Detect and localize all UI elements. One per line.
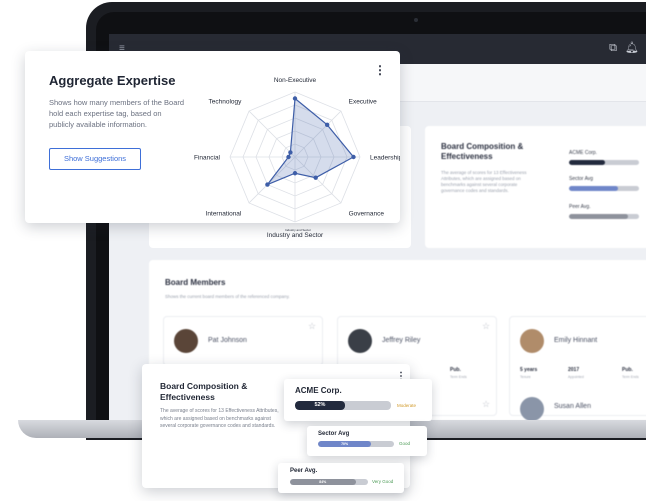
star-icon[interactable]: ☆ bbox=[482, 321, 490, 332]
tenure-label: Tenure bbox=[520, 375, 531, 379]
bg-composition-title: Board Composition & Effectiveness bbox=[441, 142, 524, 161]
member-card[interactable]: Emily Hinnant 5 years Tenure 2017 Appoin… bbox=[509, 316, 646, 420]
radar-axis-label: Governance bbox=[349, 211, 385, 218]
sector-metric-card: Sector Avg 70% Good bbox=[307, 426, 427, 456]
peer-label: Peer Avg. bbox=[290, 468, 318, 474]
radar-axis-label: Industry and Sector bbox=[267, 232, 324, 239]
sector-status: Good bbox=[399, 441, 411, 446]
bg-peer-label: Peer Avg. bbox=[569, 204, 591, 210]
bg-sector-label: Sector Avg bbox=[569, 176, 594, 182]
peer-status: Very Good bbox=[372, 479, 394, 484]
bg-composition-description: The average of scores for 13 Effectivene… bbox=[441, 170, 527, 193]
acme-metric-card: ACME Corp. 52% Moderate bbox=[284, 379, 432, 421]
peer-bar: 84% bbox=[290, 479, 368, 485]
bg-acme-bar bbox=[569, 160, 639, 165]
composition-description: The average of scores for 13 Effectivene… bbox=[160, 408, 279, 429]
radar-axis-label: Technology bbox=[208, 98, 242, 105]
camera-icon bbox=[414, 18, 418, 22]
show-suggestions-button[interactable]: Show Suggestions bbox=[49, 148, 141, 170]
radar-small-caption: Industry and Sector bbox=[285, 228, 311, 232]
radar-point bbox=[351, 154, 356, 160]
expertise-description: Shows how many members of the Board hold… bbox=[49, 98, 185, 129]
bg-composition-card: Board Composition & Effectiveness The av… bbox=[425, 126, 646, 248]
term-label: Term Ends bbox=[450, 375, 467, 379]
bg-sector-fill bbox=[569, 186, 618, 191]
member-name: Pat Johnson bbox=[208, 337, 247, 344]
radar-point bbox=[286, 154, 291, 160]
radar-point bbox=[265, 182, 270, 187]
acme-status: Moderate bbox=[397, 403, 417, 408]
avatar bbox=[174, 329, 198, 353]
member-name: Susan Allen bbox=[554, 403, 591, 410]
sector-bar: 70% bbox=[318, 441, 394, 447]
appointed-label: Appointed bbox=[568, 375, 584, 379]
term-value: Pub. bbox=[450, 367, 461, 373]
radar-axis-label: International bbox=[206, 211, 242, 218]
member-card[interactable]: Pat Johnson ☆ bbox=[163, 316, 323, 366]
member-name: Jeffrey Riley bbox=[382, 337, 421, 344]
copy-icon[interactable]: ⧉ bbox=[607, 42, 619, 54]
board-members-title: Board Members bbox=[165, 278, 226, 287]
avatar bbox=[520, 329, 544, 353]
radar-point bbox=[292, 96, 298, 101]
composition-title: Board Composition & Effectiveness bbox=[160, 381, 248, 402]
member-name: Emily Hinnant bbox=[554, 337, 598, 344]
expertise-radar-chart: Non-Executive Executive Leadership Governan… bbox=[194, 77, 400, 239]
bg-acme-label: ACME Corp. bbox=[569, 150, 598, 156]
radar-point bbox=[324, 122, 330, 128]
radar-axis-label: Non-Executive bbox=[274, 77, 317, 84]
radar-point bbox=[313, 175, 318, 180]
radar-axis-label: Executive bbox=[349, 98, 378, 105]
appointed-value: 2017 bbox=[568, 367, 580, 373]
acme-bar-fill: 52% bbox=[295, 401, 345, 410]
radar-axis-label: Leadership bbox=[370, 155, 400, 162]
sector-bar-fill: 70% bbox=[318, 441, 372, 447]
radar-axis-label: Financial bbox=[194, 155, 221, 162]
sector-label: Sector Avg bbox=[318, 431, 350, 437]
star-icon[interactable]: ☆ bbox=[308, 321, 316, 332]
board-members-description: Shows the current board members of the r… bbox=[165, 294, 290, 299]
term-label: Term Ends bbox=[622, 375, 639, 379]
aggregate-expertise-card: Aggregate Expertise Shows how many membe… bbox=[25, 51, 400, 239]
acme-label: ACME Corp. bbox=[295, 386, 342, 395]
star-icon[interactable]: ☆ bbox=[482, 399, 490, 410]
bg-peer-bar bbox=[569, 214, 639, 219]
avatar bbox=[348, 329, 372, 353]
term-value: Pub. bbox=[622, 367, 633, 373]
acme-bar: 52% bbox=[295, 401, 391, 410]
marketing-composite: ≡ ⧉ 🔔︎ ◔ Board Composition & Effectivene… bbox=[0, 0, 646, 501]
peer-bar-fill: 84% bbox=[290, 479, 356, 485]
peer-metric-card: Peer Avg. 84% Very Good bbox=[278, 463, 404, 493]
bell-icon[interactable]: 🔔︎ bbox=[625, 42, 639, 54]
bg-sector-bar bbox=[569, 186, 639, 191]
avatar bbox=[520, 397, 544, 420]
bg-peer-fill bbox=[569, 214, 628, 219]
tenure-value: 5 years bbox=[520, 367, 538, 373]
radar-point bbox=[288, 150, 293, 155]
radar-point bbox=[292, 171, 298, 176]
bg-acme-fill bbox=[569, 160, 606, 165]
expertise-title: Aggregate Expertise bbox=[49, 73, 176, 88]
